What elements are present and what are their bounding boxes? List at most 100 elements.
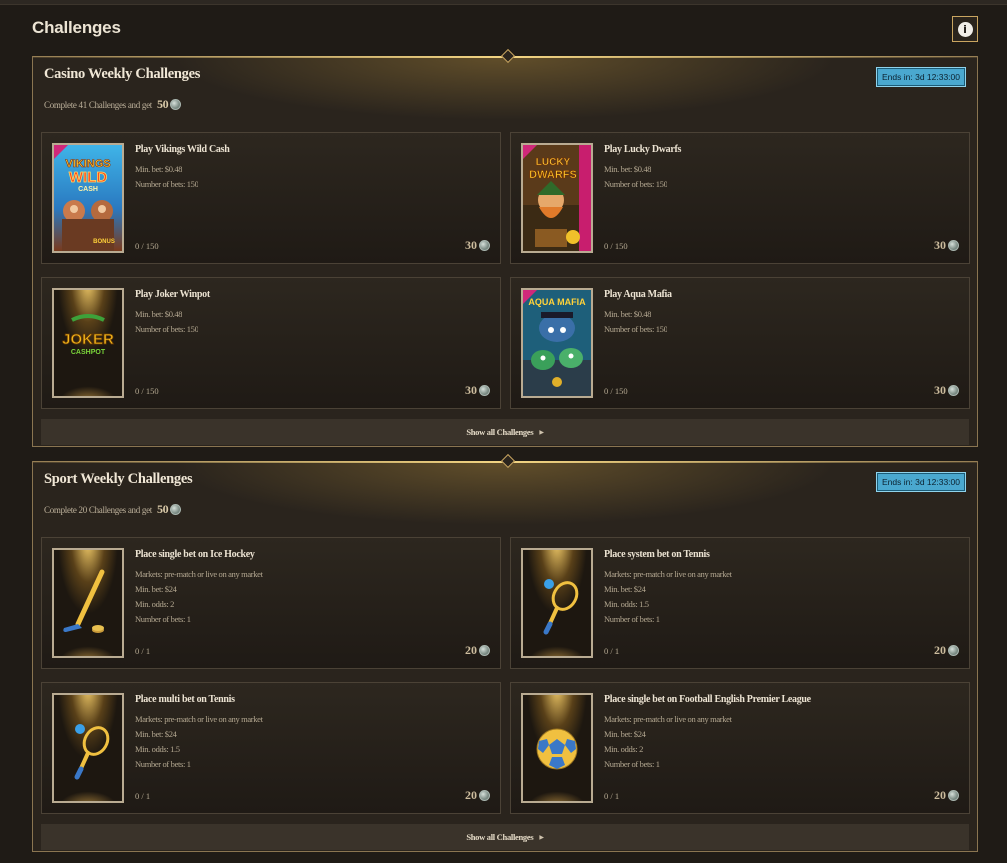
challenge-card[interactable]: JOKER CASHPOT Play Joker Winpot Min. bet… xyxy=(41,277,501,409)
challenge-detail: Number of bets: 150 xyxy=(604,179,668,189)
challenge-detail: Number of bets: 1 xyxy=(604,759,660,769)
challenge-reward: 30 xyxy=(934,383,959,398)
show-all-challenges-button[interactable]: Show all Challenges ▶ xyxy=(41,824,969,850)
challenge-title: Play Lucky Dwarfs xyxy=(604,144,682,155)
coin-icon xyxy=(948,240,959,251)
coin-icon xyxy=(948,790,959,801)
challenge-card[interactable]: AQUA MAFIA Play Aqua Mafia Min. bet: $0.… xyxy=(510,277,970,409)
section-title: Sport Weekly Challenges xyxy=(44,471,193,487)
challenge-progress: 0 / 150 xyxy=(135,241,159,251)
challenge-detail: Min. bet: $24 xyxy=(604,729,646,739)
coin-icon xyxy=(948,385,959,396)
challenge-title: Place system bet on Tennis xyxy=(604,549,710,560)
ends-in-badge: Ends in: 3d 12:33:00 xyxy=(876,67,966,87)
section-reward: 50 xyxy=(156,502,169,516)
football-icon xyxy=(521,693,593,803)
challenge-progress: 0 / 150 xyxy=(135,386,159,396)
section-notch xyxy=(500,48,516,64)
reward-value: 20 xyxy=(934,788,946,802)
challenge-detail: Markets: pre-match or live on any market xyxy=(604,569,732,579)
svg-text:CASHPOT: CASHPOT xyxy=(71,349,106,356)
sport-section: Sport Weekly Challenges Complete 20 Chal… xyxy=(32,453,978,852)
challenge-progress: 0 / 1 xyxy=(604,791,620,801)
coin-icon xyxy=(170,504,182,515)
tennis-racket-icon xyxy=(52,693,124,803)
joker-cashpot-art: JOKER CASHPOT xyxy=(52,288,124,398)
section-title: Casino Weekly Challenges xyxy=(44,66,201,82)
challenge-detail: Min. bet: $0.48 xyxy=(135,309,183,319)
svg-text:CASH: CASH xyxy=(78,186,98,193)
coin-icon xyxy=(948,645,959,656)
challenge-reward: 30 xyxy=(934,238,959,253)
challenge-title: Play Vikings Wild Cash xyxy=(135,144,230,155)
challenge-card[interactable]: Place system bet on Tennis Markets: pre-… xyxy=(510,537,970,669)
svg-text:BONUS: BONUS xyxy=(93,239,115,245)
challenge-detail: Min. bet: $0.48 xyxy=(604,309,652,319)
challenge-progress: 0 / 150 xyxy=(604,241,628,251)
section-notch xyxy=(500,453,516,469)
challenge-card[interactable]: Place single bet on Ice Hockey Markets: … xyxy=(41,537,501,669)
challenge-card[interactable]: Place multi bet on Tennis Markets: pre-m… xyxy=(41,682,501,814)
challenge-detail: Markets: pre-match or live on any market xyxy=(135,714,263,724)
svg-text:LUCKY: LUCKY xyxy=(536,157,571,168)
challenge-detail: Number of bets: 150 xyxy=(135,324,199,334)
challenge-progress: 0 / 1 xyxy=(135,791,151,801)
coin-icon xyxy=(170,99,182,110)
challenge-progress: 0 / 150 xyxy=(604,386,628,396)
challenge-reward: 20 xyxy=(934,788,959,803)
challenge-detail: Number of bets: 1 xyxy=(604,614,660,624)
challenge-detail: Markets: pre-match or live on any market xyxy=(135,569,263,579)
ends-in-badge: Ends in: 3d 12:33:00 xyxy=(876,472,966,492)
top-border xyxy=(0,0,1007,5)
challenge-detail: Min. bet: $24 xyxy=(604,584,646,594)
challenge-card[interactable]: VIKINGS WILD CASH BONUS Play Vikings Wil… xyxy=(41,132,501,264)
section-subtitle: Complete 41 Challenges and get 50 xyxy=(44,97,182,112)
challenge-detail: Min. odds: 1.5 xyxy=(135,744,180,754)
info-button[interactable]: i xyxy=(952,16,978,42)
show-all-label: Show all Challenges xyxy=(466,427,534,437)
challenge-reward: 20 xyxy=(465,788,490,803)
challenge-card[interactable]: LUCKY DWARFS Play Lucky Dwarfs Min. bet:… xyxy=(510,132,970,264)
challenge-detail: Min. bet: $24 xyxy=(135,584,177,594)
svg-text:JOKER: JOKER xyxy=(62,331,114,348)
show-all-challenges-button[interactable]: Show all Challenges ▶ xyxy=(41,419,969,445)
challenge-detail: Number of bets: 150 xyxy=(604,324,668,334)
coin-icon xyxy=(479,790,490,801)
page-title: Challenges xyxy=(32,18,121,37)
challenge-detail: Min. bet: $0.48 xyxy=(135,164,183,174)
challenge-reward: 30 xyxy=(465,238,490,253)
casino-section: Casino Weekly Challenges Complete 41 Cha… xyxy=(32,48,978,447)
challenge-detail: Number of bets: 1 xyxy=(135,759,191,769)
challenge-card[interactable]: Place single bet on Football English Pre… xyxy=(510,682,970,814)
vikings-wild-cash-art: VIKINGS WILD CASH BONUS xyxy=(52,143,124,253)
reward-value: 20 xyxy=(934,643,946,657)
challenge-detail: Number of bets: 1 xyxy=(135,614,191,624)
info-icon: i xyxy=(957,21,973,37)
aqua-mafia-art: AQUA MAFIA xyxy=(521,288,593,398)
challenge-progress: 0 / 1 xyxy=(135,646,151,656)
challenge-title: Play Aqua Mafia xyxy=(604,289,672,300)
challenge-detail: Min. odds: 2 xyxy=(604,744,644,754)
reward-value: 30 xyxy=(465,238,477,252)
challenge-progress: 0 / 1 xyxy=(604,646,620,656)
svg-text:AQUA MAFIA: AQUA MAFIA xyxy=(528,297,586,307)
tennis-racket-icon xyxy=(521,548,593,658)
section-subtitle-text: Complete 20 Challenges and get xyxy=(44,504,152,515)
show-all-label: Show all Challenges xyxy=(466,832,534,842)
challenge-reward: 20 xyxy=(934,643,959,658)
lucky-dwarfs-art: LUCKY DWARFS xyxy=(521,143,593,253)
reward-value: 20 xyxy=(465,643,477,657)
challenge-detail: Number of bets: 150 xyxy=(135,179,199,189)
challenge-detail: Min. bet: $0.48 xyxy=(604,164,652,174)
reward-value: 30 xyxy=(934,238,946,252)
challenge-title: Place single bet on Football English Pre… xyxy=(604,694,811,705)
challenge-title: Place single bet on Ice Hockey xyxy=(135,549,255,560)
reward-value: 30 xyxy=(934,383,946,397)
section-subtitle: Complete 20 Challenges and get 50 xyxy=(44,502,182,517)
challenge-detail: Min. bet: $24 xyxy=(135,729,177,739)
challenge-detail: Min. odds: 1.5 xyxy=(604,599,649,609)
challenge-title: Play Joker Winpot xyxy=(135,289,210,300)
challenge-reward: 30 xyxy=(465,383,490,398)
coin-icon xyxy=(479,385,490,396)
challenge-detail: Min. odds: 2 xyxy=(135,599,175,609)
